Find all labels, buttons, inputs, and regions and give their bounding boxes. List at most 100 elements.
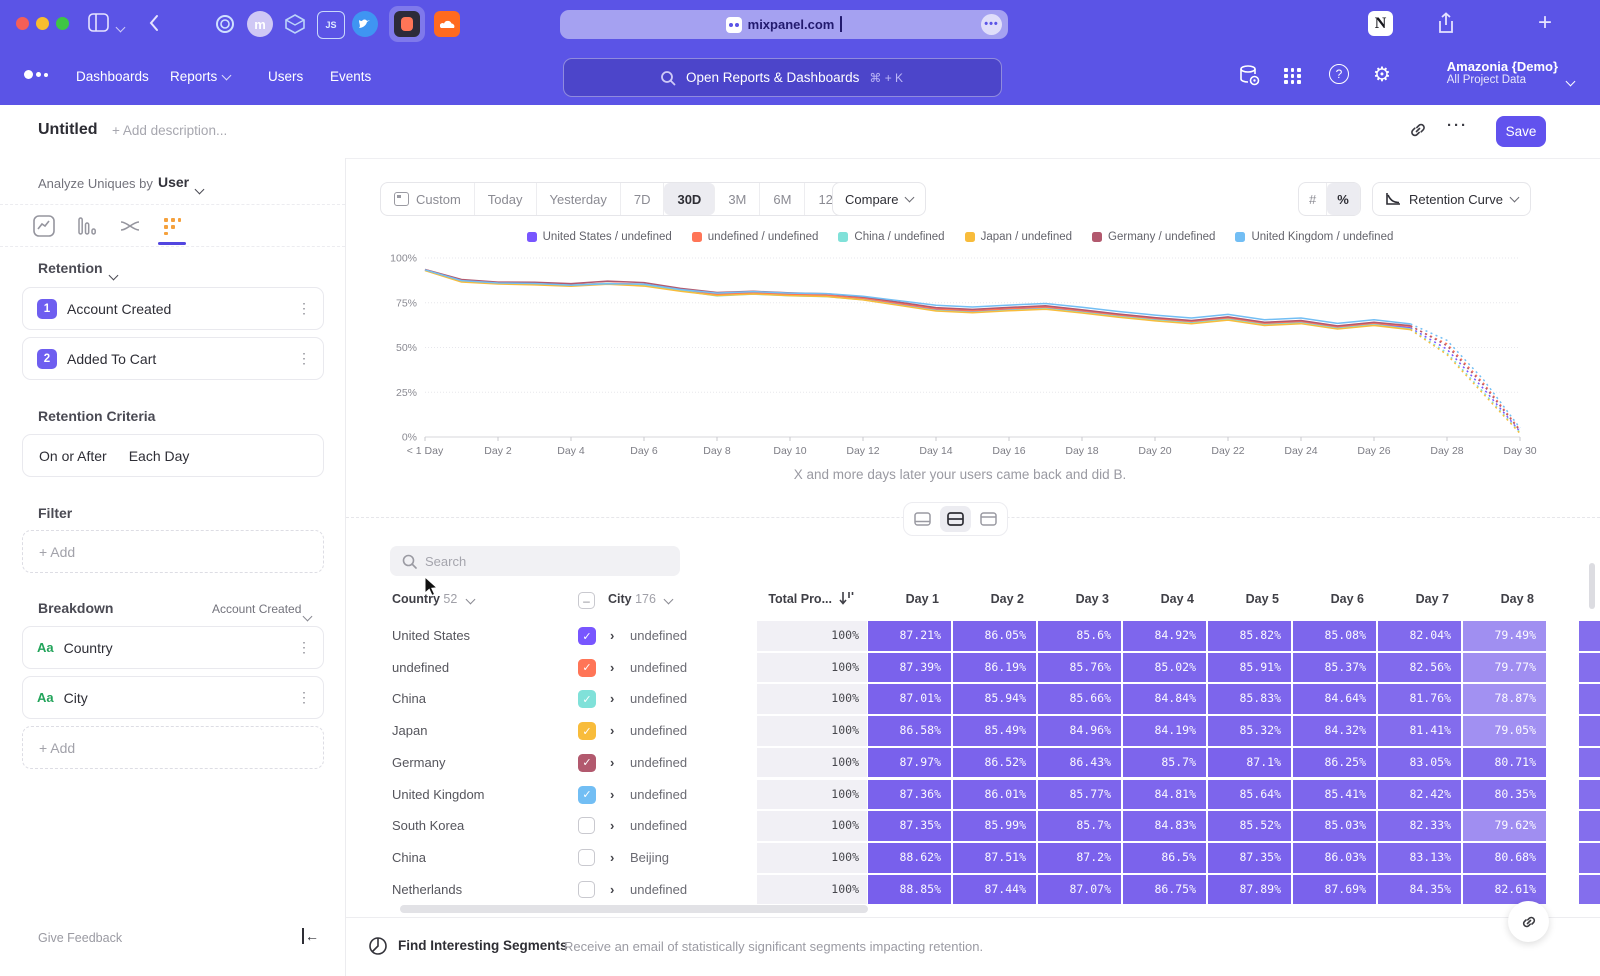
breakdown-options-kebab-icon[interactable]: ⋮ (297, 689, 311, 706)
data-management-icon[interactable] (1238, 64, 1262, 88)
criteria-on-or-after[interactable]: On or After (39, 448, 107, 464)
filter-add-button[interactable]: + Add (22, 530, 324, 573)
back-icon[interactable] (148, 14, 160, 32)
layout-chart-only-button[interactable] (907, 506, 938, 532)
pinned-tab-js-icon[interactable]: JS (317, 11, 345, 39)
pinned-tab-cloud-icon[interactable] (434, 11, 460, 37)
give-feedback-link[interactable]: Give Feedback (38, 931, 122, 945)
row-checkbox-checked[interactable]: ✓ (578, 659, 596, 677)
global-search[interactable]: Open Reports & Dashboards ⌘ + K (563, 58, 1002, 97)
layout-split-button[interactable] (940, 506, 971, 532)
layout-table-only-button[interactable] (973, 506, 1004, 532)
active-tab-logo-icon[interactable] (394, 11, 420, 37)
window-minimize-button[interactable] (36, 17, 49, 30)
pinned-tab-m-icon[interactable]: m (247, 11, 273, 37)
column-header-city[interactable]: City 176 (608, 592, 672, 606)
find-interesting-segments-link[interactable]: Find Interesting Segments (398, 938, 568, 953)
tab-retention-icon[interactable] (160, 214, 184, 238)
tab-insights-icon[interactable] (32, 214, 56, 238)
legend-item[interactable]: United States / undefined (527, 231, 672, 243)
breakdown-options-kebab-icon[interactable]: ⋮ (297, 639, 311, 656)
range-custom[interactable]: Custom (381, 183, 475, 215)
copy-link-icon[interactable] (1408, 120, 1428, 140)
range-3m[interactable]: 3M (715, 183, 760, 215)
legend-item[interactable]: Japan / undefined (965, 231, 1072, 243)
range-7d[interactable]: 7D (621, 183, 665, 215)
window-close-button[interactable] (16, 17, 29, 30)
pinned-tab-bird-icon[interactable] (352, 11, 378, 37)
help-icon[interactable]: ? (1329, 64, 1349, 84)
row-expand-chevron-icon[interactable]: › (610, 628, 614, 643)
window-zoom-button[interactable] (56, 17, 69, 30)
column-header-day[interactable]: Day 2 (953, 592, 1024, 606)
view-type-dropdown[interactable]: Retention Curve (1372, 182, 1531, 216)
step-card-account-created[interactable]: 1 Account Created ⋮ (22, 287, 324, 330)
format-percent-button[interactable]: % (1327, 183, 1360, 215)
format-count-button[interactable]: # (1299, 183, 1327, 215)
row-expand-chevron-icon[interactable]: › (610, 755, 614, 770)
address-bar[interactable]: mixpanel.com ••• (560, 10, 1008, 39)
column-header-day[interactable]: Day 7 (1378, 592, 1449, 606)
breakdown-card-city[interactable]: Aa City ⋮ (22, 676, 324, 719)
pinned-tab-cube-icon[interactable] (282, 11, 308, 37)
tab-overview-chevron-icon[interactable] (117, 18, 124, 35)
breakdown-event-selector[interactable]: Account Created (212, 602, 301, 616)
row-checkbox-checked[interactable]: ✓ (578, 786, 596, 804)
column-header-day[interactable]: Day 5 (1208, 592, 1279, 606)
column-header-day[interactable]: Day 4 (1123, 592, 1194, 606)
nav-item-events[interactable]: Events (330, 48, 371, 105)
row-checkbox-unchecked[interactable] (578, 881, 595, 898)
row-expand-chevron-icon[interactable]: › (610, 818, 614, 833)
save-button[interactable]: Save (1496, 116, 1546, 147)
row-checkbox-unchecked[interactable] (578, 817, 595, 834)
step-card-added-to-cart[interactable]: 2 Added To Cart ⋮ (22, 337, 324, 380)
select-all-checkbox[interactable]: – (578, 592, 595, 609)
step-options-kebab-icon[interactable]: ⋮ (297, 350, 311, 367)
sidebar-toggle-icon[interactable] (88, 13, 110, 33)
nav-item-reports[interactable]: Reports (170, 48, 230, 105)
apps-grid-icon[interactable] (1284, 68, 1301, 84)
row-checkbox-checked[interactable]: ✓ (578, 754, 596, 772)
notion-extension-icon[interactable]: N (1368, 11, 1393, 36)
retention-criteria-card[interactable]: On or After Each Day (22, 434, 324, 477)
share-link-fab[interactable] (1508, 901, 1549, 942)
retention-section-heading[interactable]: Retention (38, 260, 103, 276)
row-expand-chevron-icon[interactable]: › (610, 787, 614, 802)
row-expand-chevron-icon[interactable]: › (610, 723, 614, 738)
row-checkbox-checked[interactable]: ✓ (578, 722, 596, 740)
pinned-tab-target-icon[interactable] (212, 11, 238, 37)
analyze-entity-selector[interactable]: User (158, 174, 189, 190)
vertical-scrollbar[interactable] (1589, 563, 1595, 609)
row-checkbox-unchecked[interactable] (578, 849, 595, 866)
legend-item[interactable]: China / undefined (838, 231, 944, 243)
table-search-input[interactable]: Search (390, 546, 680, 576)
share-icon[interactable] (1436, 12, 1456, 36)
project-switcher[interactable]: Amazonia {Demo} All Project Data (1447, 59, 1558, 86)
column-header-day[interactable]: Day 1 (868, 592, 939, 606)
retention-curve-chart[interactable]: 0%25%50%75%100%< 1 DayDay 2Day 4Day 6Day… (380, 248, 1540, 460)
compare-button[interactable]: Compare (832, 182, 926, 216)
horizontal-scrollbar[interactable] (400, 905, 868, 913)
row-expand-chevron-icon[interactable]: › (610, 882, 614, 897)
nav-item-users[interactable]: Users (268, 48, 303, 105)
row-expand-chevron-icon[interactable]: › (610, 850, 614, 865)
tab-funnels-icon[interactable] (75, 214, 99, 238)
column-header-day[interactable]: Day 3 (1038, 592, 1109, 606)
row-checkbox-checked[interactable]: ✓ (578, 690, 596, 708)
column-header-day[interactable]: Day 8 (1463, 592, 1534, 606)
row-expand-chevron-icon[interactable]: › (610, 691, 614, 706)
row-expand-chevron-icon[interactable]: › (610, 660, 614, 675)
more-options-icon[interactable]: ··· (1447, 117, 1468, 134)
legend-item[interactable]: undefined / undefined (692, 231, 819, 243)
legend-item[interactable]: Germany / undefined (1092, 231, 1215, 243)
column-header-day[interactable]: Day 6 (1293, 592, 1364, 606)
sort-descending-icon[interactable] (838, 590, 854, 606)
address-options-icon[interactable]: ••• (981, 14, 1002, 35)
breakdown-add-button[interactable]: + Add (22, 726, 324, 769)
settings-gear-icon[interactable]: ⚙ (1373, 62, 1391, 87)
legend-item[interactable]: United Kingdom / undefined (1235, 231, 1393, 243)
add-description-button[interactable]: + Add description... (112, 123, 227, 138)
mixpanel-logo[interactable] (24, 70, 48, 79)
row-checkbox-checked[interactable]: ✓ (578, 627, 596, 645)
range-yesterday[interactable]: Yesterday (537, 183, 621, 215)
